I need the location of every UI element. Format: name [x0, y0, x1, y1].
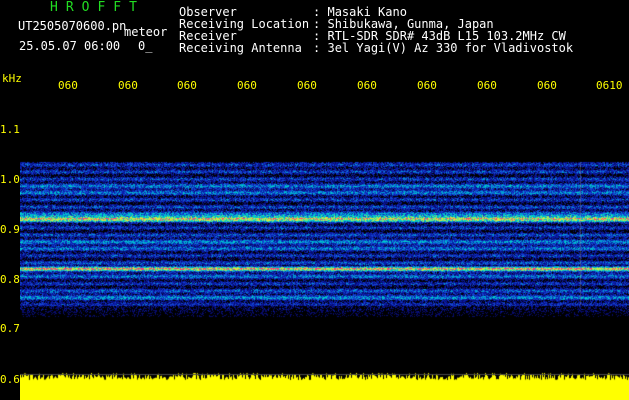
y-tick-label: 1.0 — [0, 173, 20, 186]
spectrogram-plot — [20, 100, 629, 400]
time-tick-label: 060 — [297, 79, 317, 92]
y-tick-label: 1.1 — [0, 123, 20, 136]
time-tick-label: 060 — [417, 79, 437, 92]
meta-value-antenna: : 3el Yagi(V) Az 330 for Vladivostok — [313, 41, 574, 55]
app-logo: HROFFT — [50, 0, 145, 15]
time-tick-label: 060 — [118, 79, 138, 92]
time-tick-label: 060 — [177, 79, 197, 92]
y-tick-label: 0.9 — [0, 223, 20, 236]
y-tick-label: 0.6 — [0, 373, 20, 386]
frame-marker: 0_ — [138, 39, 153, 53]
record-datetime: 25.05.07 06:00 — [19, 39, 121, 53]
time-tick-label: 060 — [58, 79, 78, 92]
time-tick-label: 060 — [537, 79, 557, 92]
y-tick-label: 0.8 — [0, 273, 20, 286]
file-type: meteor — [124, 25, 168, 39]
meta-key-antenna: Receiving Antenna — [179, 41, 302, 55]
time-tick-label: 060 — [237, 79, 257, 92]
time-tick-label: 060 — [357, 79, 377, 92]
time-tick-label: 060 — [477, 79, 497, 92]
frequency-unit-label: kHz — [2, 72, 22, 85]
file-name: UT2505070600.pn — [18, 19, 127, 33]
y-tick-label: 0.7 — [0, 322, 20, 335]
time-tick-label: 0610 — [596, 79, 623, 92]
